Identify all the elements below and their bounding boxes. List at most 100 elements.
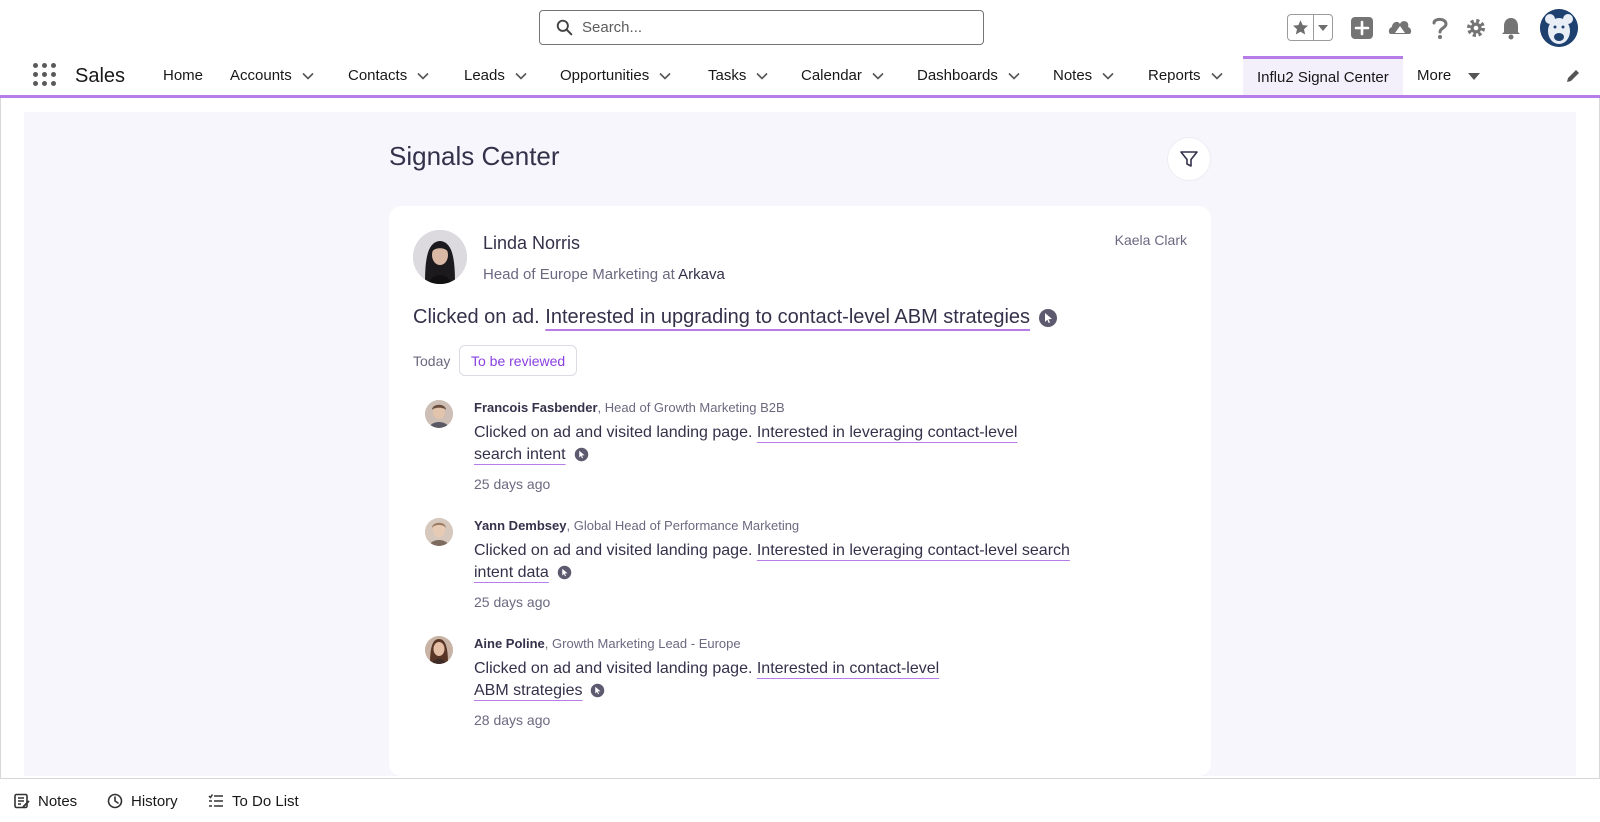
chevron-down-icon[interactable] [514,69,528,83]
app-navigation-bar: Sales Home Accounts Contacts Leads Oppor… [0,56,1600,98]
nav-item-opportunities[interactable]: Opportunities [560,56,672,95]
favorites-button-group[interactable] [1287,14,1333,41]
cursor-click-icon [1039,308,1058,327]
search-icon [556,19,573,36]
utility-item-notes[interactable]: Notes [14,791,77,811]
nav-item-label: Dashboards [917,67,998,84]
nav-item-tasks[interactable]: Tasks [708,56,769,95]
lead-company[interactable]: Arkava [678,266,725,283]
history-clock-icon [107,793,123,809]
activity-link[interactable]: Interested in leveraging contact-level [757,424,1018,441]
status-badge[interactable]: To be reviewed [459,345,578,376]
nav-item-label: Home [163,67,204,84]
nav-item-label: Reports [1148,67,1201,84]
activity-action: Clicked on ad and visited landing page. [474,660,757,677]
todo-list-icon [208,794,223,807]
nav-item-contacts[interactable]: Contacts [348,56,430,95]
activity-link-continued[interactable]: intent data [474,564,549,581]
activity-action: Clicked on ad and visited landing page. [474,424,757,441]
nav-item-label: Accounts [230,67,292,84]
activity-item: Yann Dembsey, Global Head of Performance… [425,518,1105,618]
utility-item-history[interactable]: History [107,791,178,811]
activity-person: Aine Poline, Growth Marketing Lead - Eur… [474,636,741,651]
nav-item-influ2-signal-center[interactable]: Influ2 Signal Center [1243,56,1403,95]
lead-avatar[interactable] [413,230,467,284]
activity-description: Clicked on ad and visited landing page. … [474,422,1094,466]
app-name: Sales [75,65,126,87]
nav-item-home[interactable]: Home [163,56,203,95]
chevron-down-icon[interactable] [871,69,885,83]
nav-item-calendar[interactable]: Calendar [801,56,885,95]
nav-item-reports[interactable]: Reports [1148,56,1224,95]
nav-item-label: Leads [464,67,505,84]
utility-item-label: Notes [38,792,78,810]
activity-person: Francois Fasbender, Head of Growth Marke… [474,400,785,415]
setup-gear-icon[interactable] [1463,14,1489,41]
nav-item-dashboards[interactable]: Dashboards [917,56,1021,95]
activity-person-name[interactable]: Aine Poline [474,636,545,651]
activity-link[interactable]: Interested in leveraging contact-level s… [757,542,1070,559]
chevron-down-icon[interactable] [301,69,315,83]
nav-item-label: More [1417,67,1452,84]
lead-name[interactable]: Linda Norris [483,233,580,254]
signal-headline: Clicked on ad. Interested in upgrading t… [413,306,1058,329]
utility-item-label: To Do List [232,792,299,810]
cursor-click-icon [591,684,605,698]
activity-link-continued[interactable]: search intent [474,446,566,463]
filter-button[interactable] [1167,137,1211,181]
app-launcher-icon[interactable] [33,63,57,87]
activity-link[interactable]: Interested in contact-level [757,660,939,677]
caret-down-icon[interactable] [1467,69,1481,83]
nav-item-label: Contacts [348,67,408,84]
signal-card: Linda Norris Head of Europe Marketing at… [389,206,1211,776]
signal-prefix: Clicked on ad. [413,306,546,328]
user-avatar[interactable] [1540,9,1578,47]
lead-owner: Kaela Clark [1114,232,1187,248]
nav-item-notes[interactable]: Notes [1053,56,1115,95]
cursor-click-icon [557,566,571,580]
activity-person: Yann Dembsey, Global Head of Performance… [474,518,799,533]
global-create-icon[interactable] [1349,14,1375,41]
activity-time: 28 days ago [474,712,551,728]
notifications-bell-icon[interactable] [1498,14,1524,41]
signal-link[interactable]: Interested in upgrading to contact-level… [545,306,1030,328]
activity-description: Clicked on ad and visited landing page. … [474,658,1094,702]
page-title: Signals Center [389,141,560,171]
activity-avatar[interactable] [425,400,453,428]
activity-avatar[interactable] [425,518,453,546]
activity-time: 25 days ago [474,594,551,610]
activity-link-continued[interactable]: ABM strategies [474,682,582,699]
chevron-down-icon[interactable] [658,69,672,83]
chevron-down-icon[interactable] [755,69,769,83]
nav-item-leads[interactable]: Leads [464,56,528,95]
search-input[interactable] [582,19,962,36]
activity-person-title: , Growth Marketing Lead - Europe [544,636,741,651]
activity-person-name[interactable]: Francois Fasbender [474,400,598,415]
chevron-down-icon[interactable] [1101,69,1115,83]
activity-person-name[interactable]: Yann Dembsey [474,518,567,533]
utility-item-todo-list[interactable]: To Do List [208,791,299,811]
cursor-click-icon [574,448,588,462]
chevron-down-icon[interactable] [416,69,430,83]
nav-item-label: Influ2 Signal Center [1257,68,1389,86]
utility-item-label: History [131,792,178,810]
help-icon[interactable] [1427,14,1453,41]
filter-funnel-icon [1180,151,1198,167]
chevron-down-icon[interactable] [1210,69,1224,83]
favorites-star-icon[interactable] [1288,15,1314,40]
nav-item-label: Tasks [708,67,747,84]
global-search[interactable] [539,10,984,45]
activity-item: Francois Fasbender, Head of Growth Marke… [425,400,1105,500]
nav-item-label: Calendar [801,67,862,84]
edit-nav-pencil-icon[interactable] [1565,68,1581,84]
nav-item-more[interactable]: More [1417,56,1481,95]
frame-border-left [0,98,1,778]
activity-description: Clicked on ad and visited landing page. … [474,540,1094,584]
activity-person-title: , Global Head of Performance Marketing [566,518,800,533]
trailhead-icon[interactable] [1387,14,1413,41]
chevron-down-icon[interactable] [1007,69,1021,83]
nav-item-accounts[interactable]: Accounts [230,56,315,95]
activity-avatar[interactable] [425,636,453,664]
favorites-dropdown-icon[interactable] [1314,24,1332,32]
global-header [0,0,1600,56]
